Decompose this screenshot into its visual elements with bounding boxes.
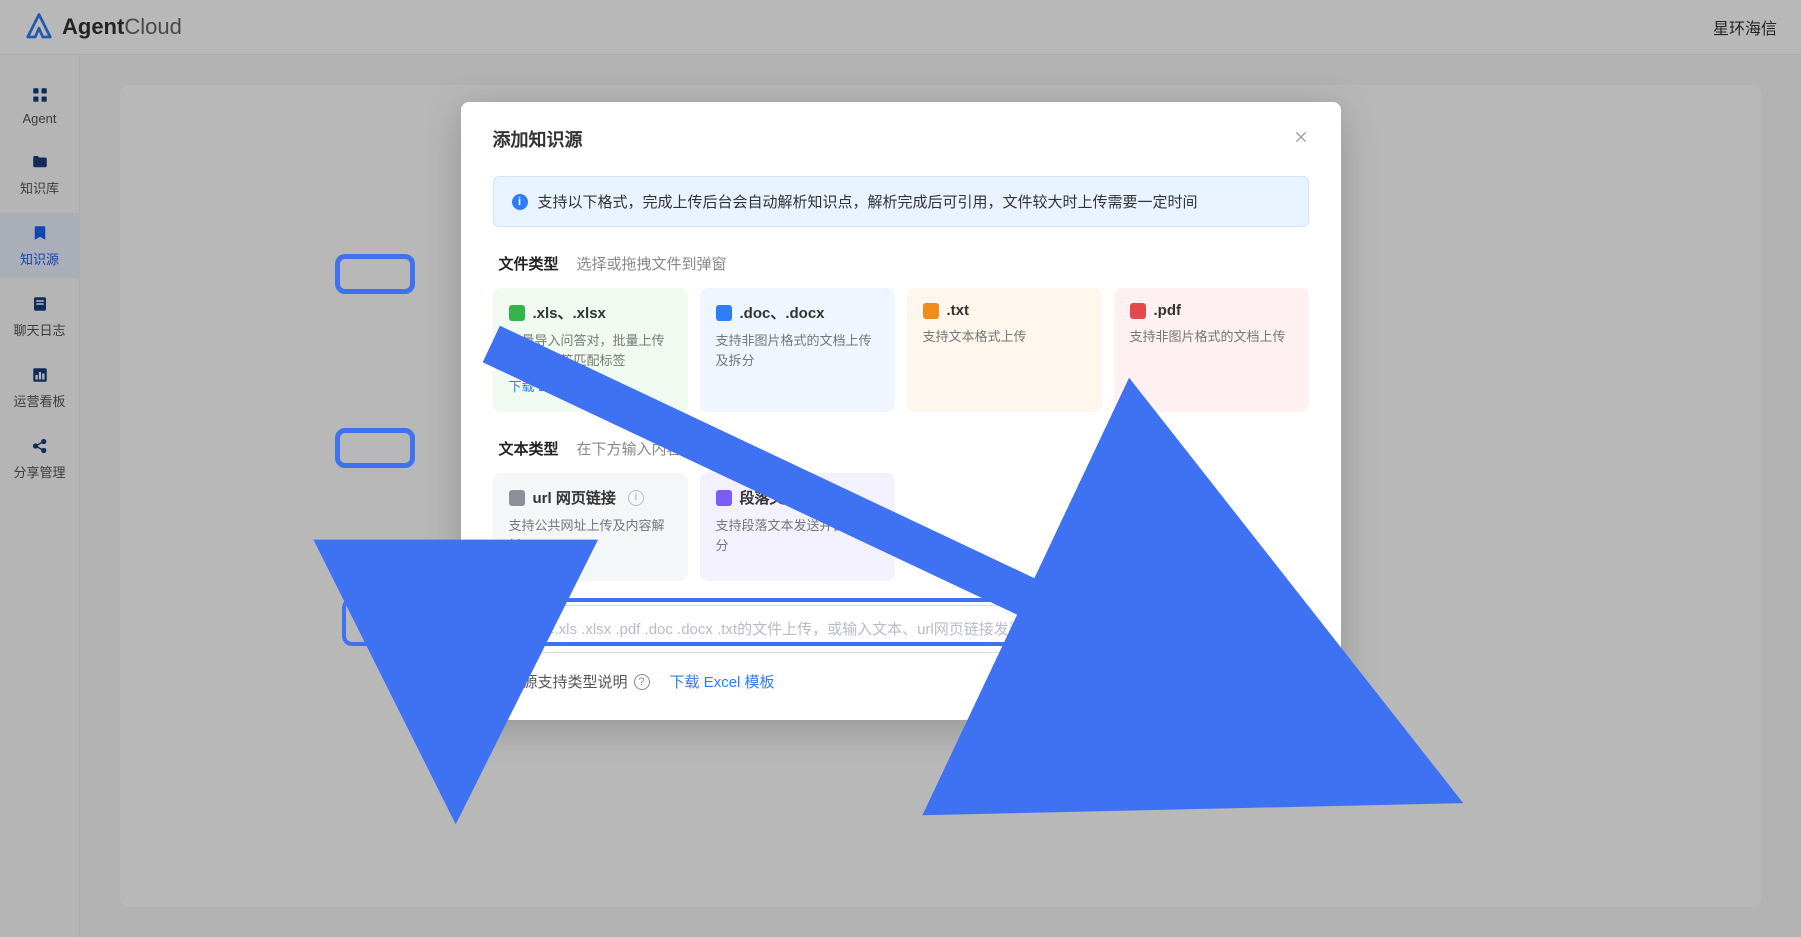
add-knowledge-source-modal: 添加知识源 i 支持以下格式，完成上传后台会自动解析知识点，解析完成后可引用，文…	[461, 102, 1341, 720]
file-type-sub: 选择或拖拽文件到弹窗	[577, 253, 727, 274]
info-banner: i 支持以下格式，完成上传后台会自动解析知识点，解析完成后可引用，文件较大时上传…	[493, 176, 1309, 227]
card-title: .pdf	[1154, 302, 1182, 319]
folder-icon	[1230, 618, 1252, 640]
card-desc: 批量导入问答对，批量上传图片、问答匹配标签	[509, 331, 672, 370]
card-title: url 网页链接	[533, 487, 616, 508]
text-type-section-header: 文本类型 在下方输入内容发送	[493, 436, 1309, 461]
paragraph-icon	[716, 490, 732, 506]
upload-input[interactable]	[493, 605, 1201, 653]
info-tooltip-icon[interactable]: i	[628, 490, 644, 506]
send-icon	[1281, 615, 1307, 641]
info-text: 支持以下格式，完成上传后台会自动解析知识点，解析完成后可引用，文件较大时上传需要…	[538, 191, 1198, 212]
text-type-card-paragraph[interactable]: 段落文本 支持段落文本发送并自动拆分	[700, 473, 895, 581]
download-excel-template-link-bottom[interactable]: 下载 Excel 模板	[670, 671, 775, 692]
card-desc: 支持非图片格式的文档上传及拆分	[716, 331, 879, 370]
file-type-card-txt[interactable]: .txt 支持文本格式上传	[907, 288, 1102, 412]
doc-icon	[716, 305, 732, 321]
help-icon: ?	[634, 674, 650, 690]
txt-icon	[923, 303, 939, 319]
text-type-sub: 在下方输入内容发送	[577, 438, 712, 459]
text-type-card-url[interactable]: url 网页链接 i 支持公共网址上传及内容解析	[493, 473, 688, 581]
link-icon	[509, 490, 525, 506]
card-title: .xls、.xlsx	[533, 302, 606, 323]
download-excel-template-link[interactable]: 下载 Excel 模板	[509, 376, 600, 395]
browse-file-button[interactable]	[1219, 607, 1263, 651]
file-type-label: 文件类型	[493, 251, 565, 276]
close-icon	[1293, 129, 1309, 145]
modal-title: 添加知识源	[493, 126, 583, 152]
card-desc: 支持非图片格式的文档上传	[1130, 327, 1293, 347]
card-title: 段落文本	[740, 487, 800, 508]
support-type-help[interactable]: 知识源支持类型说明?	[493, 671, 650, 692]
file-type-card-pdf[interactable]: .pdf 支持非图片格式的文档上传	[1114, 288, 1309, 412]
card-desc: 支持文本格式上传	[923, 327, 1086, 347]
card-desc: 支持段落文本发送并自动拆分	[716, 516, 879, 555]
file-type-card-doc[interactable]: .doc、.docx 支持非图片格式的文档上传及拆分	[700, 288, 895, 412]
send-button[interactable]	[1281, 615, 1309, 643]
xls-icon	[509, 305, 525, 321]
card-title: .txt	[947, 302, 970, 319]
close-button[interactable]	[1293, 129, 1309, 150]
file-type-card-xls[interactable]: .xls、.xlsx 批量导入问答对，批量上传图片、问答匹配标签 下载 Exce…	[493, 288, 688, 412]
file-type-section-header: 文件类型 选择或拖拽文件到弹窗	[493, 251, 1309, 276]
info-icon: i	[512, 194, 528, 210]
text-type-label: 文本类型	[493, 436, 565, 461]
card-title: .doc、.docx	[740, 302, 825, 323]
pdf-icon	[1130, 303, 1146, 319]
card-desc: 支持公共网址上传及内容解析	[509, 516, 672, 555]
